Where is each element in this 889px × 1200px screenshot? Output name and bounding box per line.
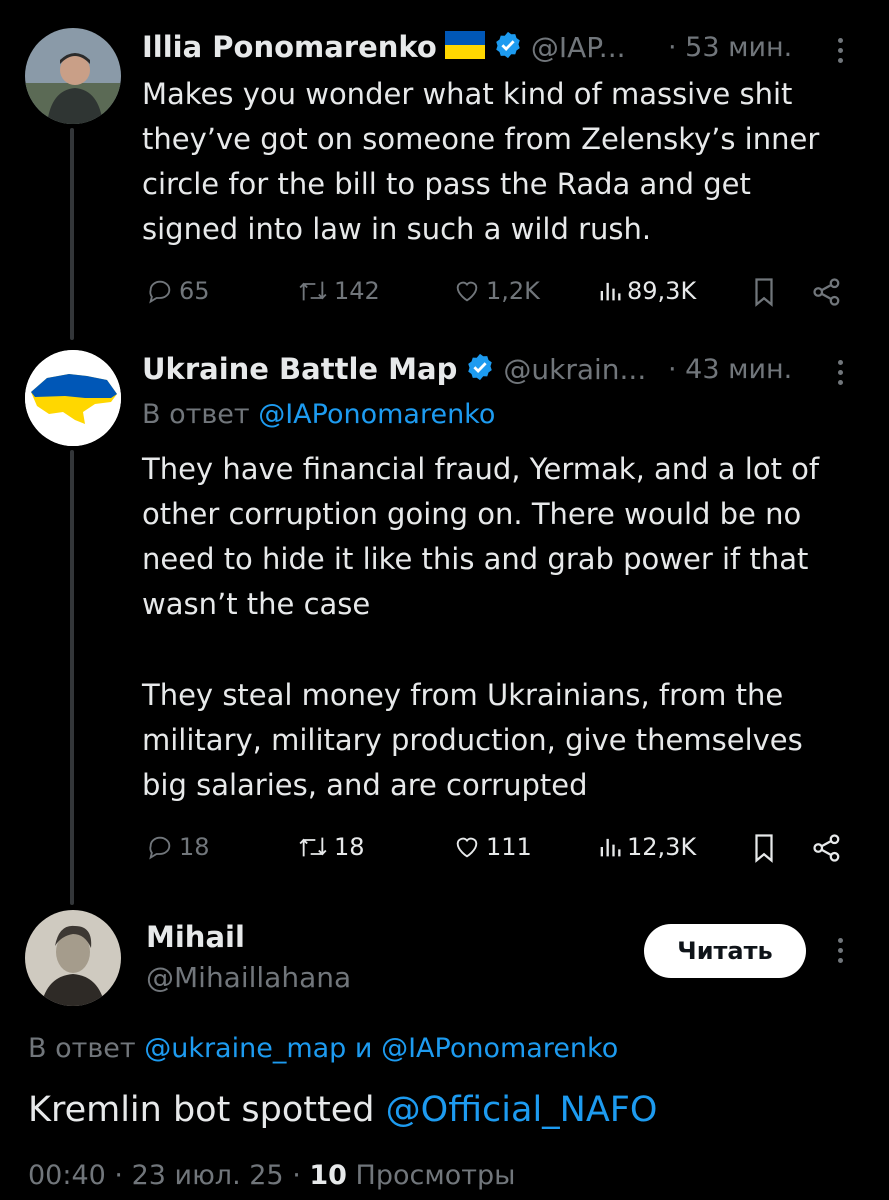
views-icon: [597, 833, 623, 861]
tweet-timestamp[interactable]: 00:40: [28, 1160, 106, 1191]
verified-badge-icon: [465, 352, 495, 386]
views-count: 12,3K: [627, 833, 697, 861]
tweet-text-line: they’ve got on someone from Zelensky’s i…: [142, 122, 820, 156]
author-name[interactable]: Illia Ponomarenko: [142, 30, 437, 64]
tweet-text-line: They have financial fraud, Yermak, and a…: [142, 452, 820, 486]
reply-prefix: В ответ: [142, 399, 250, 430]
views-label: Просмотры: [355, 1160, 516, 1191]
like-count: 111: [486, 833, 532, 861]
views-count: 89,3K: [627, 277, 697, 305]
bookmark-button[interactable]: [751, 277, 777, 307]
repost-button[interactable]: 142: [296, 277, 380, 305]
tweet-text-line: They steal money from Ukrainians, from t…: [142, 678, 784, 712]
reply-button[interactable]: 65: [145, 277, 210, 305]
repost-count: 142: [334, 277, 380, 305]
reply-icon: [145, 277, 175, 305]
author-name[interactable]: Ukraine Battle Map: [142, 352, 457, 386]
tweet-text-line: circle for the bill to pass the Rada and…: [142, 167, 751, 201]
verified-badge-icon: [493, 30, 523, 64]
tweet-date[interactable]: 23 июл. 25: [132, 1160, 284, 1191]
more-icon[interactable]: [838, 360, 848, 390]
separator-dot: ·: [114, 1160, 123, 1191]
views-count: 10: [309, 1160, 347, 1191]
follow-button[interactable]: Читать: [644, 924, 806, 978]
share-icon: [811, 833, 843, 863]
repost-icon: [296, 277, 330, 305]
thread-line-1: [70, 128, 74, 340]
tweet-text-line: other corruption going on. There would b…: [142, 497, 802, 531]
reply-count: 18: [179, 833, 210, 861]
reply-to-link-1[interactable]: @ukraine_map: [144, 1033, 346, 1064]
tweet-text-line: signed into law in such a wild rush.: [142, 212, 652, 246]
author-name[interactable]: Mihail: [146, 920, 245, 954]
tweet-time[interactable]: · 43 мин.: [668, 354, 792, 385]
reply-to-link-2[interactable]: @IAPonomarenko: [381, 1033, 618, 1064]
tweet-text-line: Makes you wonder what kind of massive sh…: [142, 77, 793, 111]
bookmark-icon: [751, 833, 777, 863]
like-icon: [452, 277, 482, 305]
reply-button[interactable]: 18: [145, 833, 210, 861]
tweet-text-line: need to hide it like this and grab power…: [142, 542, 809, 576]
reply-to-link[interactable]: @IAPonomarenko: [258, 399, 495, 430]
avatar-ukraine-battle-map[interactable]: [25, 350, 121, 446]
like-count: 1,2K: [486, 277, 540, 305]
tweet-text-line: military, military production, give them…: [142, 723, 803, 757]
tweet-time[interactable]: · 53 мин.: [668, 32, 792, 63]
bookmark-icon: [751, 277, 777, 307]
bookmark-button[interactable]: [751, 833, 777, 863]
reply-icon: [145, 833, 175, 861]
avatar-mihail[interactable]: [25, 910, 121, 1006]
thread-line-2: [70, 450, 74, 905]
more-icon[interactable]: [838, 938, 848, 968]
share-button[interactable]: [811, 833, 843, 863]
share-icon: [811, 277, 843, 307]
ukraine-flag-icon: [444, 31, 485, 63]
separator-dot: ·: [292, 1160, 301, 1191]
repost-button[interactable]: 18: [296, 833, 365, 861]
more-icon[interactable]: [838, 38, 848, 68]
share-button[interactable]: [811, 277, 843, 307]
reply-and: и: [354, 1033, 373, 1064]
author-handle[interactable]: @IAP...: [531, 31, 626, 64]
repost-icon: [296, 833, 330, 861]
avatar-illia[interactable]: [25, 28, 121, 124]
views-button[interactable]: 12,3K: [597, 833, 696, 861]
views-button[interactable]: 89,3K: [597, 277, 696, 305]
reply-count: 65: [179, 277, 210, 305]
like-icon: [452, 833, 482, 861]
views-icon: [597, 277, 623, 305]
author-handle[interactable]: @ukrain...: [503, 353, 646, 386]
tweet-text-line: wasn’t the case: [142, 587, 371, 621]
mention-link[interactable]: @Official_NAFO: [386, 1090, 658, 1130]
like-button[interactable]: 1,2K: [452, 277, 540, 305]
repost-count: 18: [334, 833, 365, 861]
author-handle[interactable]: @Mihaillahana: [146, 961, 351, 994]
like-button[interactable]: 111: [452, 833, 532, 861]
tweet-text-line: big salaries, and are corrupted: [142, 768, 588, 802]
reply-prefix: В ответ: [28, 1033, 136, 1064]
tweet-text: Kremlin bot spotted: [28, 1090, 375, 1130]
